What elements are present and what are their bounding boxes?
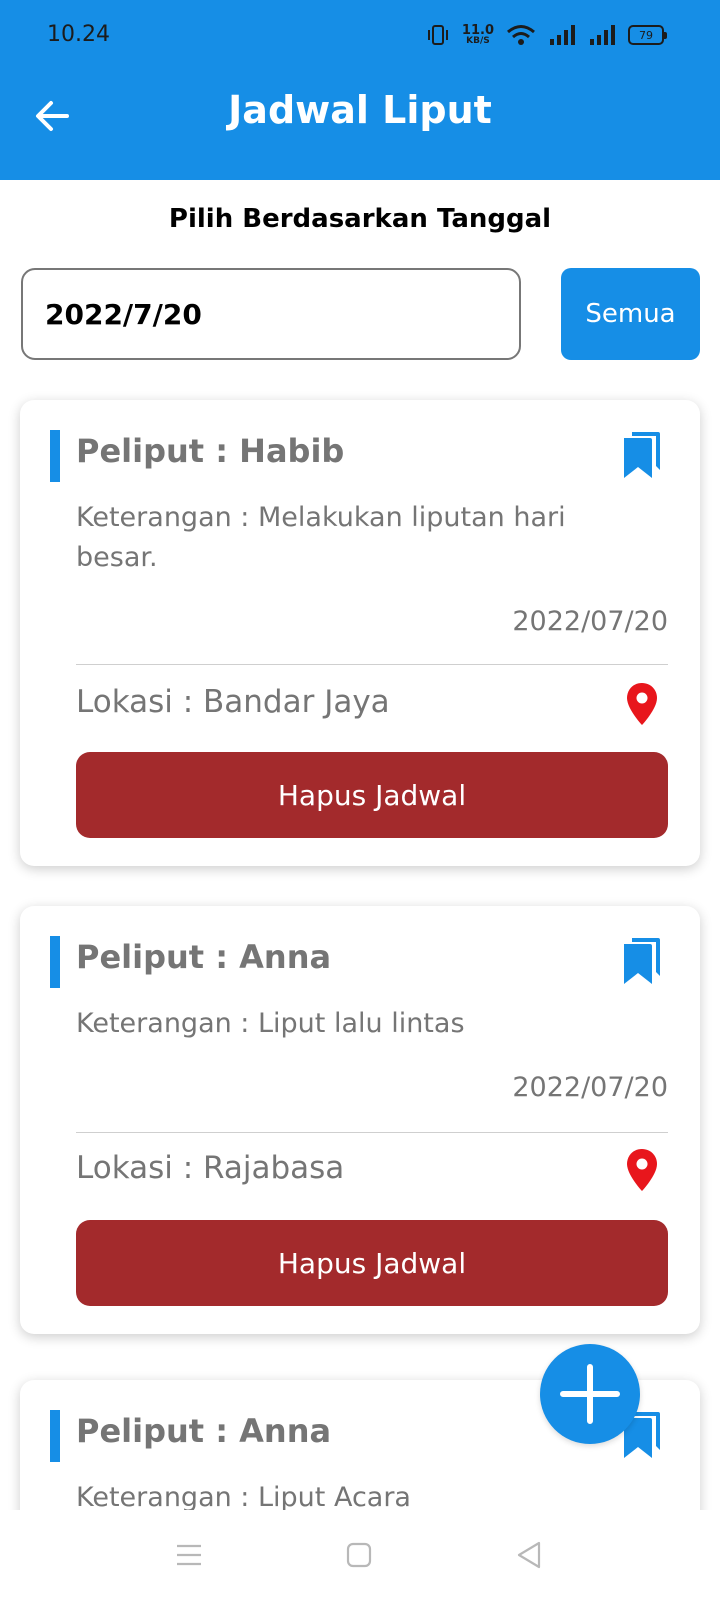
wifi-icon	[507, 25, 535, 45]
home-button[interactable]	[342, 1538, 376, 1572]
reporter-name: Peliput : Anna	[76, 1412, 332, 1450]
schedule-card: Peliput : Habib Keterangan : Melakukan l…	[20, 400, 700, 866]
back-triangle-icon	[517, 1541, 541, 1569]
card-accent-bar	[50, 936, 60, 988]
filter-label: Pilih Berdasarkan Tanggal	[168, 204, 552, 234]
delete-schedule-button[interactable]: Hapus Jadwal	[76, 752, 668, 838]
description-text: Keterangan : Melakukan liputan hari besa…	[76, 502, 566, 573]
bookmark-icon[interactable]	[620, 430, 662, 480]
signal-icon	[550, 25, 575, 45]
page-title: Jadwal Liput	[228, 88, 492, 132]
card-accent-bar	[50, 430, 60, 482]
show-all-button[interactable]: Semua	[561, 268, 700, 360]
divider	[76, 1132, 668, 1133]
reporter-name: Peliput : Anna	[76, 938, 332, 976]
status-time: 10.24	[47, 22, 110, 47]
card-accent-bar	[50, 1410, 60, 1462]
signal-icon-2	[590, 25, 615, 45]
schedule-card: Peliput : Anna Keterangan : Liput lalu l…	[20, 906, 700, 1334]
menu-button[interactable]	[172, 1538, 206, 1572]
location-text: Lokasi : Rajabasa	[76, 1150, 345, 1186]
plus-icon	[560, 1364, 620, 1424]
location-text: Lokasi : Bandar Jaya	[76, 684, 390, 720]
description-text: Keterangan : Liput lalu lintas	[76, 1008, 465, 1039]
system-back-button[interactable]	[512, 1538, 546, 1572]
bookmark-icon[interactable]	[620, 936, 662, 986]
net-speed: 11.0 KB/S	[461, 23, 494, 46]
add-schedule-button[interactable]	[540, 1344, 640, 1444]
system-nav-bar	[0, 1510, 720, 1600]
vibrate-icon	[427, 25, 448, 45]
date-input[interactable]	[21, 268, 521, 360]
divider	[76, 664, 668, 665]
status-icons: 11.0 KB/S 79	[426, 22, 667, 48]
delete-schedule-button[interactable]: Hapus Jadwal	[76, 1220, 668, 1306]
battery-icon: 79	[628, 25, 667, 45]
schedule-list[interactable]: Peliput : Habib Keterangan : Melakukan l…	[0, 380, 720, 1510]
app-bar: 10.24 11.0 KB/S 79 Jadwal Liput	[0, 0, 720, 180]
location-pin-icon[interactable]	[626, 682, 658, 726]
reporter-name: Peliput : Habib	[76, 432, 345, 470]
schedule-date: 2022/07/20	[512, 1072, 668, 1103]
menu-icon	[177, 1544, 201, 1566]
description-text: Keterangan : Liput Acara	[76, 1482, 411, 1510]
location-pin-icon[interactable]	[626, 1148, 658, 1192]
schedule-date: 2022/07/20	[512, 606, 668, 637]
home-square-icon	[346, 1542, 372, 1568]
